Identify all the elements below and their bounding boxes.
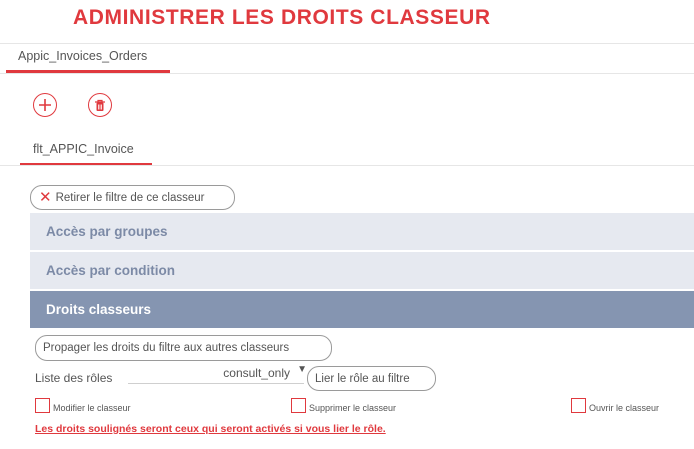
propagate-rights-button[interactable]: Propager les droits du filtre aux autres… [35,335,332,361]
accordion-condition-label: Accès par condition [46,263,176,278]
plus-icon [39,99,51,111]
delete-button[interactable] [88,93,112,117]
accordion-condition[interactable]: Accès par condition [30,252,694,289]
page-title: ADMINISTRER LES DROITS CLASSEUR [73,6,491,29]
checkbox-box[interactable] [291,398,306,413]
divider [0,43,694,44]
trash-icon [95,99,105,111]
checkbox-box[interactable] [35,398,50,413]
tab-workbook[interactable]: Appic_Invoices_Orders [18,49,147,63]
tab-filter[interactable]: flt_APPIC_Invoice [33,142,134,156]
roles-selected-value: consult_only [223,366,290,380]
add-button[interactable] [33,93,57,117]
link-role-label: Lier le rôle au filtre [315,372,410,385]
modify-workbook-checkbox[interactable]: Modifier le classeur [35,398,131,413]
checkbox-box[interactable] [571,398,586,413]
link-role-button[interactable]: Lier le rôle au filtre [307,366,436,391]
divider [0,165,694,166]
accordion-groups-label: Accès par groupes [46,224,168,239]
checkbox-label: Ouvrir le classeur [589,403,660,413]
accordion-rights[interactable]: Droits classeurs [30,291,694,328]
accordion-rights-label: Droits classeurs [46,302,152,317]
remove-filter-button[interactable]: ✕ Retirer le filtre de ce classeur [30,185,235,210]
close-icon: ✕ [39,189,52,206]
delete-workbook-checkbox[interactable]: Supprimer le classeur [291,398,396,413]
roles-label: Liste des rôles [35,371,113,385]
chevron-down-icon: ▼ [297,364,307,375]
propagate-rights-label: Propager les droits du filtre aux autres… [43,342,290,354]
divider [0,73,694,74]
roles-select[interactable]: consult_only ▼ [128,364,307,384]
open-workbook-checkbox[interactable]: Ouvrir le classeur [571,398,659,413]
checkbox-label: Modifier le classeur [53,403,131,413]
checkbox-label: Supprimer le classeur [309,403,397,413]
accordion-groups[interactable]: Accès par groupes [30,213,694,250]
rights-note: Les droits soulignés seront ceux qui ser… [35,423,386,435]
remove-filter-label: Retirer le filtre de ce classeur [55,191,205,204]
